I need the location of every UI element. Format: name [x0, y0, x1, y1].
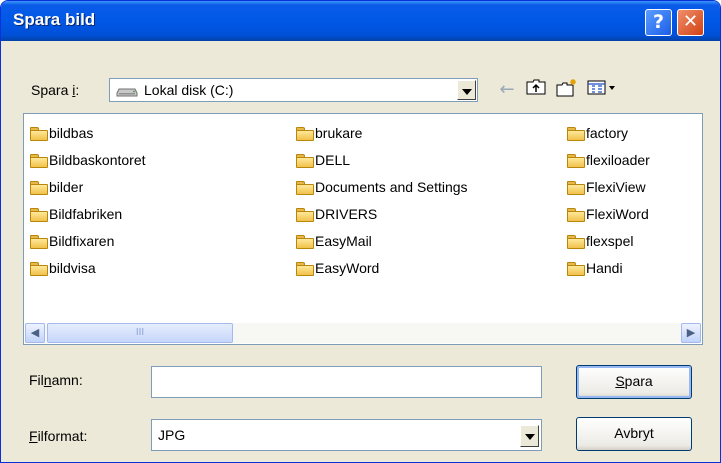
folder-item[interactable]: Bildfixaren: [30, 231, 114, 251]
view-menu-icon[interactable]: [585, 78, 619, 102]
folder-icon: [296, 154, 314, 168]
folder-item[interactable]: FlexiWord: [567, 204, 649, 224]
folder-name: Bildfixaren: [49, 233, 115, 249]
title-bar[interactable]: Spara bild ? ✕: [1, 1, 720, 41]
folder-name: EasyWord: [315, 260, 380, 276]
folder-name: DRIVERS: [315, 206, 378, 222]
help-button[interactable]: ?: [645, 9, 672, 36]
save-in-combo[interactable]: Lokal disk (C:): [109, 78, 478, 102]
save-in-label: Spara i:: [31, 82, 80, 98]
folder-name: bildvisa: [49, 260, 96, 276]
save-in-dropdown-arrow[interactable]: [457, 80, 476, 100]
folder-name: Handi: [586, 260, 623, 276]
folder-item[interactable]: EasyWord: [296, 258, 379, 278]
folder-item[interactable]: flexiloader: [567, 150, 650, 170]
folder-icon: [567, 127, 585, 141]
folder-item[interactable]: flexspel: [567, 231, 633, 251]
folder-item[interactable]: Bildbaskontoret: [30, 150, 146, 170]
scroll-left-button[interactable]: ◀: [25, 323, 45, 343]
folder-item[interactable]: DRIVERS: [296, 204, 377, 224]
folder-item[interactable]: bilder: [30, 177, 83, 197]
save-button[interactable]: Spara: [576, 365, 692, 399]
scroll-thumb[interactable]: III: [47, 323, 233, 343]
folder-item[interactable]: factory: [567, 123, 628, 143]
folder-item[interactable]: Handi: [567, 258, 623, 278]
folder-icon: [296, 208, 314, 222]
save-dialog: Spara bild ? ✕ Spara i: Lokal disk (C:) …: [0, 0, 721, 463]
format-label: Filformat:: [29, 428, 88, 444]
folder-name: FlexiView: [586, 179, 646, 195]
up-folder-icon[interactable]: [524, 78, 548, 102]
folder-icon: [30, 154, 48, 168]
folder-icon: [30, 262, 48, 276]
folder-item[interactable]: DELL: [296, 150, 350, 170]
folder-icon: [567, 181, 585, 195]
horizontal-scrollbar[interactable]: ◀ III ▶: [25, 323, 701, 343]
folder-icon: [30, 208, 48, 222]
scroll-right-button[interactable]: ▶: [681, 323, 701, 343]
folder-item[interactable]: Documents and Settings: [296, 177, 468, 197]
folder-name: EasyMail: [315, 233, 372, 249]
save-in-value: Lokal disk (C:): [144, 82, 234, 98]
folder-icon: [30, 181, 48, 195]
file-list[interactable]: bildbas Bildbaskontoret bilder Bildfabriken…: [23, 113, 703, 345]
disk-drive-icon: [116, 84, 138, 97]
folder-item[interactable]: FlexiView: [567, 177, 646, 197]
folder-name: Bildbaskontoret: [49, 152, 146, 168]
cancel-button[interactable]: Avbryt: [576, 417, 692, 451]
filename-input[interactable]: [151, 366, 542, 398]
folder-item[interactable]: bildbas: [30, 123, 93, 143]
folder-item[interactable]: Bildfabriken: [30, 204, 122, 224]
dialog-title: Spara bild: [13, 10, 96, 29]
format-value: JPG: [158, 427, 186, 443]
folder-item[interactable]: EasyMail: [296, 231, 372, 251]
folder-icon: [296, 127, 314, 141]
folder-icon: [567, 154, 585, 168]
format-dropdown-arrow[interactable]: [520, 425, 539, 447]
new-folder-icon[interactable]: [555, 78, 579, 102]
folder-item[interactable]: brukare: [296, 123, 362, 143]
folder-name: flexiloader: [586, 152, 650, 168]
folder-name: factory: [586, 125, 629, 141]
folder-icon: [567, 262, 585, 276]
folder-name: brukare: [315, 125, 363, 141]
format-combo[interactable]: JPG: [151, 419, 542, 451]
folder-name: Documents and Settings: [315, 179, 468, 195]
folder-name: DELL: [315, 152, 351, 168]
folder-name: FlexiWord: [586, 206, 649, 222]
folder-icon: [30, 235, 48, 249]
folder-icon: [567, 235, 585, 249]
back-arrow-icon[interactable]: ←: [495, 78, 519, 102]
folder-icon: [296, 262, 314, 276]
folder-name: flexspel: [586, 233, 634, 249]
folder-icon: [30, 127, 48, 141]
folder-icon: [567, 208, 585, 222]
folder-item[interactable]: bildvisa: [30, 258, 96, 278]
filename-label: Filnamn:: [29, 372, 83, 388]
folder-icon: [296, 235, 314, 249]
folder-name: bildbas: [49, 125, 94, 141]
folder-name: Bildfabriken: [49, 206, 123, 222]
folder-icon: [296, 181, 314, 195]
close-button[interactable]: ✕: [677, 9, 704, 36]
folder-name: bilder: [49, 179, 84, 195]
